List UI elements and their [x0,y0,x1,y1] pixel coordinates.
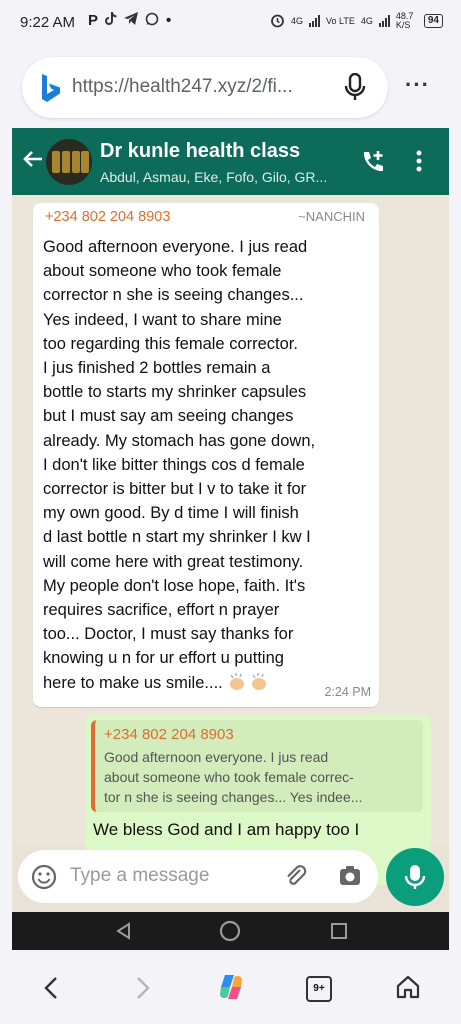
network-1: 4G [290,16,303,26]
volte-label: Vo LTE [326,16,355,26]
copilot-icon[interactable] [216,972,246,1007]
home-icon[interactable] [395,974,421,1005]
telegram-icon [124,12,139,30]
clapping-hands-icon [230,672,245,690]
reply-text: We bless God and I am happy too I [93,820,360,839]
clapping-hands-icon [252,672,267,690]
message-input-bar[interactable]: Type a message [18,850,378,903]
nav-home-icon[interactable] [219,920,241,942]
back-arrow-icon[interactable] [22,148,44,175]
voice-search-icon[interactable] [344,72,366,106]
whatsapp-icon [145,12,159,30]
message-text: Good afternoon everyone. I jus read abou… [43,235,377,695]
nav-recents-icon[interactable] [331,923,347,939]
whatsapp-chat: Dr kunle health class Abdul, Asmau, Eke,… [12,128,449,950]
android-nav-bar [12,912,449,950]
signal-2-icon [378,15,390,27]
tabs-button[interactable]: 9+ [306,976,332,1002]
p-app-icon: P [88,12,99,29]
quote-phone: +234 802 204 8903 [104,726,234,743]
quoted-message[interactable]: +234 802 204 8903 Good afternoon everyon… [91,720,423,812]
quote-text: Good afternoon everyone. I jus read abou… [104,749,363,805]
net-speed: 48.7 K/S [395,11,414,30]
group-members: Abdul, Asmau, Eke, Fofo, Gilo, GR... [100,169,328,185]
camera-icon[interactable] [338,864,362,893]
chat-header: Dr kunle health class Abdul, Asmau, Eke,… [12,128,449,195]
browser-forward-icon[interactable] [132,975,152,1006]
group-name[interactable]: Dr kunle health class [100,140,300,163]
nav-back-icon[interactable] [115,922,131,940]
tiktok-icon [105,12,117,30]
voice-message-button[interactable] [386,848,444,906]
microphone-icon [404,865,426,889]
status-right: 4G Vo LTE 4G 48.7 K/S 94 [270,12,443,30]
status-time: 9:22 AM [20,14,76,31]
battery-level: 94 [423,14,443,28]
notification-icons: P • [88,12,171,30]
add-call-icon[interactable] [360,149,386,180]
signal-1-icon [309,15,320,27]
attach-icon[interactable] [283,864,309,895]
sender-name: ~NANCHIN [298,209,365,224]
emoji-icon[interactable] [31,864,57,895]
url-text[interactable]: https://health247.xyz/2/fi... [72,76,332,98]
chat-menu-icon[interactable] [416,150,422,177]
browser-back-icon[interactable] [42,975,62,1006]
status-bar: 9:22 AM P • 4G Vo LTE 4G 48.7 K/S 94 [0,0,461,46]
message-input[interactable]: Type a message [70,865,209,887]
incoming-message[interactable]: +234 802 204 8903 ~NANCHIN Good afternoo… [33,203,379,707]
browser-toolbar: 9+ [0,958,461,1024]
bing-logo-icon [40,74,62,107]
more-notifications-dot: • [166,12,172,29]
message-time: 2:24 PM [324,685,371,699]
message-body: Good afternoon everyone. I jus read abou… [43,238,316,692]
sender-phone[interactable]: +234 802 204 8903 [45,209,170,225]
network-2: 4G [360,16,373,26]
group-avatar[interactable] [46,139,92,185]
address-bar[interactable]: https://health247.xyz/2/fi... [22,57,388,118]
browser-menu-icon[interactable]: ··· [405,74,430,96]
alarm-icon [270,13,285,30]
